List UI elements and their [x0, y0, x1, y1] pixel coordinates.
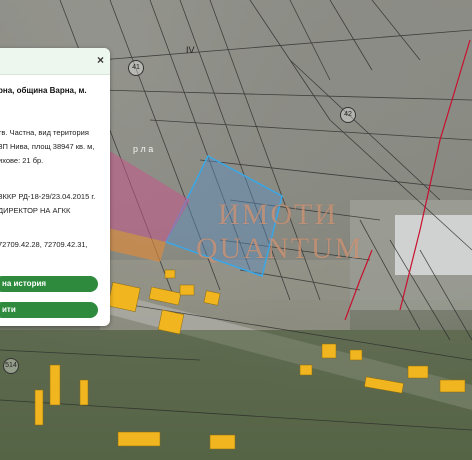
- close-icon[interactable]: ×: [97, 54, 104, 66]
- parcel-location-title: рна, община Варна, м.: [0, 86, 87, 95]
- panel-header: ×: [0, 48, 110, 75]
- parcel-label-road: р л а: [133, 144, 154, 154]
- parcel-detail-line: ДИРЕКТОР НА АГКК: [0, 206, 71, 215]
- watermark-line2: QUANTUM: [196, 232, 364, 265]
- parcel-label-iv: IV: [186, 45, 195, 55]
- watermark-line1: ИМОТИ: [218, 198, 338, 231]
- secondary-button[interactable]: ити: [0, 302, 98, 318]
- history-button[interactable]: на история: [0, 276, 98, 292]
- neighbour-parcels: 72709.42.28, 72709.42.31,: [0, 240, 88, 249]
- parcel-detail-line: ихове: 21 бр.: [0, 156, 44, 165]
- parcel-detail-line: ЗККР РД-18-29/23.04.2015 г.: [0, 192, 96, 201]
- parcel-label-514: 514: [3, 358, 19, 374]
- parcel-label-41: 41: [128, 60, 144, 76]
- parcel-detail-line: ЗП Нива, площ 38947 кв. м,: [0, 142, 95, 151]
- parcel-detail-line: тв. Частна, вид територия: [0, 128, 89, 137]
- parcel-info-panel: × рна, община Варна, м. тв. Частна, вид …: [0, 48, 110, 326]
- parcel-label-42: 42: [340, 107, 356, 123]
